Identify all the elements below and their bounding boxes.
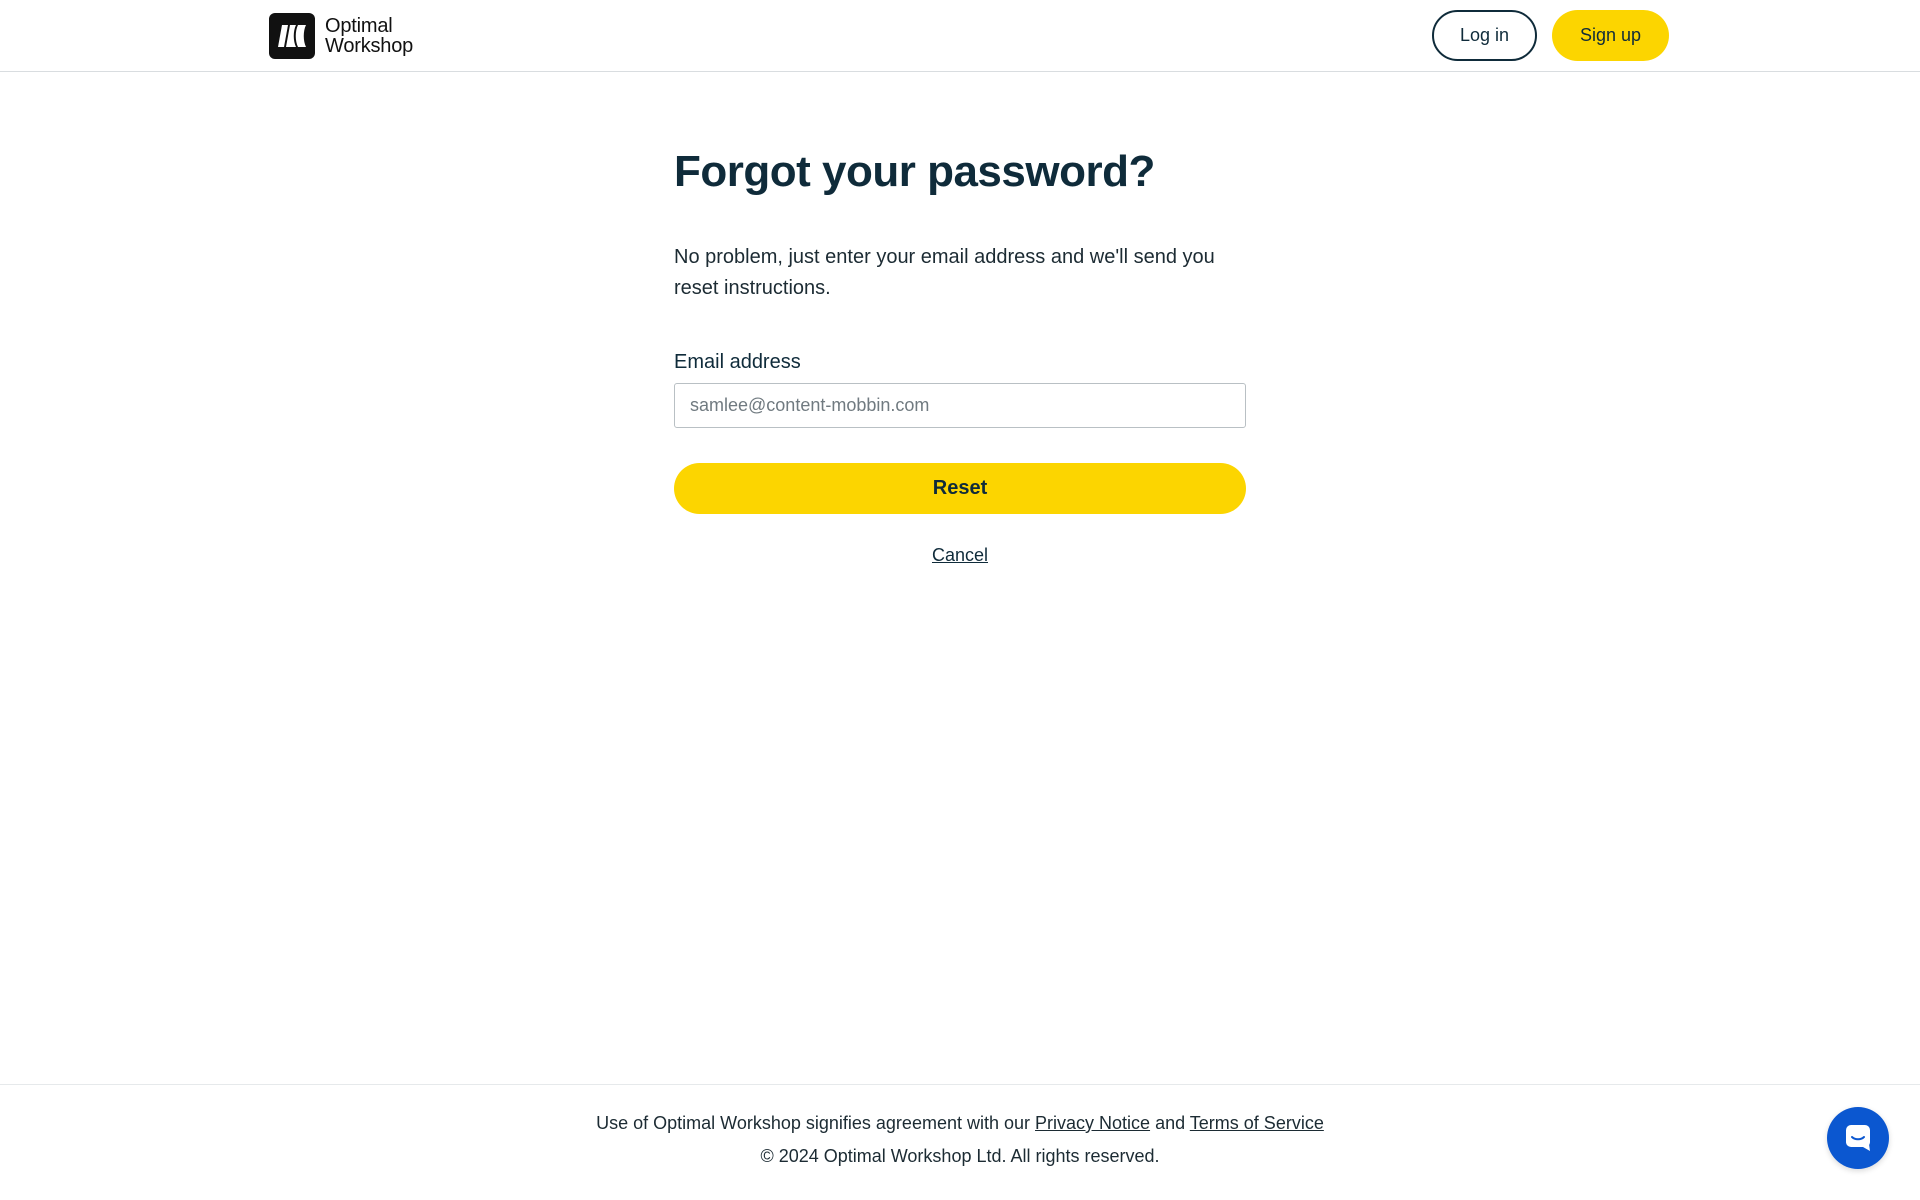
chat-icon — [1843, 1122, 1873, 1155]
logo-wordmark: Optimal Workshop — [325, 16, 413, 56]
logo-text-line2: Workshop — [325, 35, 414, 57]
privacy-notice-link[interactable]: Privacy Notice — [1035, 1113, 1150, 1133]
email-field[interactable] — [674, 383, 1246, 428]
logo-link[interactable]: Optimal Workshop — [269, 13, 413, 59]
optimal-workshop-logo-icon — [269, 13, 315, 59]
chat-launcher-button[interactable] — [1827, 1107, 1889, 1169]
footer-copyright: © 2024 Optimal Workshop Ltd. All rights … — [760, 1146, 1160, 1166]
signup-button[interactable]: Sign up — [1552, 10, 1669, 61]
logo-text-line1: Optimal — [325, 15, 393, 37]
site-footer: Use of Optimal Workshop signifies agreem… — [0, 1084, 1920, 1200]
page-description: No problem, just enter your email addres… — [674, 246, 1215, 299]
page-title: Forgot your password? — [674, 147, 1155, 196]
footer-and-text: and — [1155, 1113, 1186, 1133]
site-header: Optimal Workshop Log in Sign up — [0, 0, 1920, 72]
cancel-container: Cancel — [674, 545, 1246, 566]
reset-button[interactable]: Reset — [674, 463, 1246, 514]
cancel-link[interactable]: Cancel — [932, 545, 988, 565]
footer-agreement: Use of Optimal Workshop signifies agreem… — [0, 1113, 1920, 1134]
footer-agreement-text: Use of Optimal Workshop signifies agreem… — [596, 1113, 1030, 1133]
terms-of-service-link[interactable]: Terms of Service — [1190, 1113, 1324, 1133]
forgot-password-form: Forgot your password? No problem, just e… — [674, 140, 1246, 566]
login-button[interactable]: Log in — [1432, 10, 1537, 61]
email-label: Email address — [674, 351, 801, 373]
